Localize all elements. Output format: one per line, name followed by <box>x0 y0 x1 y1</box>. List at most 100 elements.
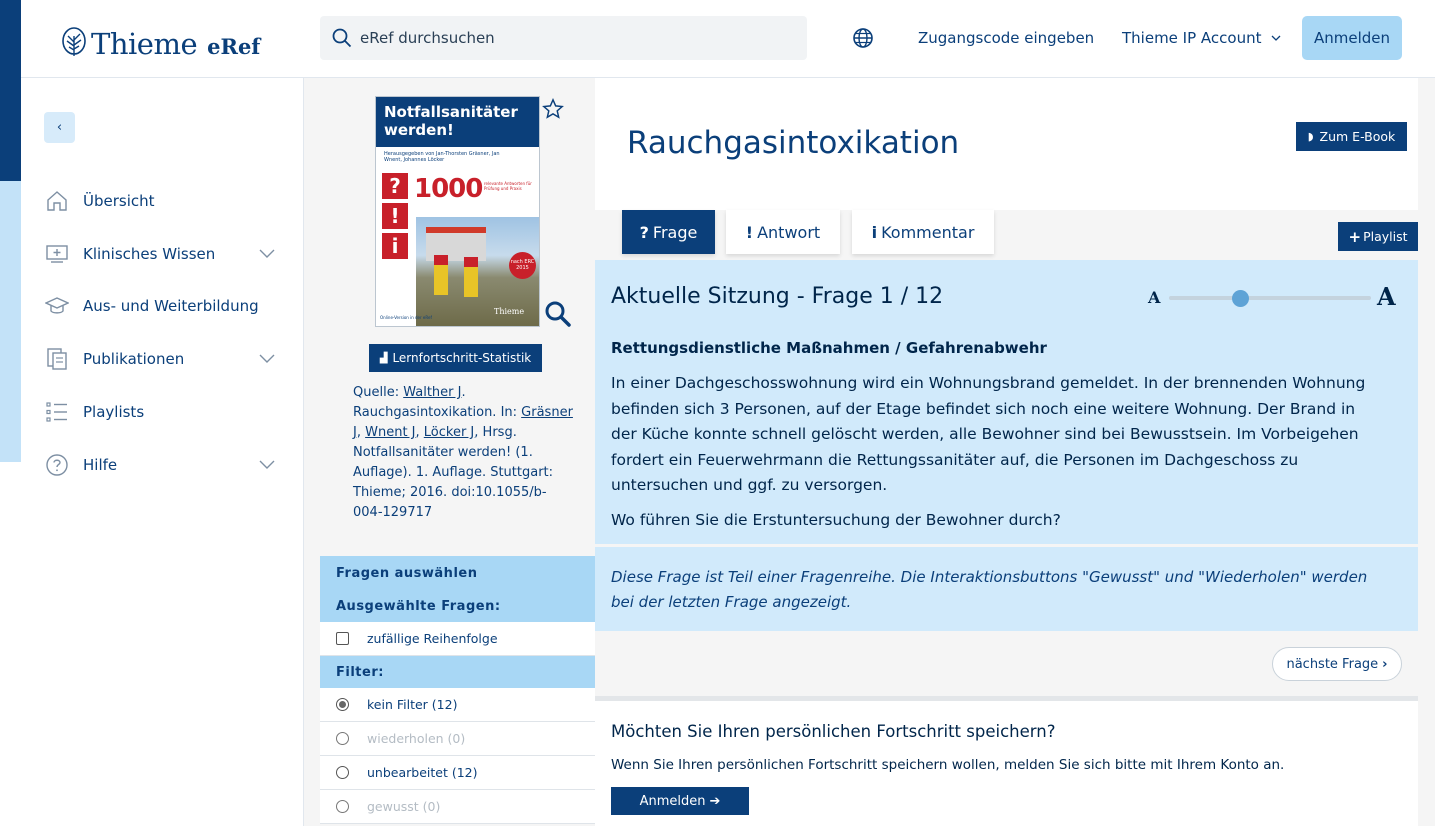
save-progress-text: Wenn Sie Ihren persönlichen Fortschritt … <box>611 757 1285 773</box>
filter-option-known[interactable]: gewusst (0) <box>320 790 595 824</box>
selected-questions-header: Ausgewählte Fragen: <box>320 590 595 622</box>
cover-tagline: relevante Antworten für Prüfung und Prax… <box>484 181 532 191</box>
chevron-down-icon[interactable] <box>259 249 275 259</box>
random-order-checkbox[interactable] <box>336 632 349 645</box>
question-prompt: Wo führen Sie die Erstuntersuchung der B… <box>611 511 1061 529</box>
cover-info-mark: i <box>382 233 408 259</box>
chevron-down-icon <box>1272 35 1281 41</box>
sidebar-item-label: Klinisches Wissen <box>83 245 216 263</box>
font-size-small-label: A <box>1148 288 1161 307</box>
login-button[interactable]: Anmelden <box>1302 16 1402 60</box>
save-login-button[interactable]: Anmelden ➔ <box>611 787 749 815</box>
globe-icon[interactable] <box>852 27 874 49</box>
select-questions-header: Fragen auswählen <box>320 556 595 590</box>
info-icon: i <box>871 222 878 242</box>
filter-option-none[interactable]: kein Filter (12) <box>320 688 595 722</box>
question-mark-icon: ? <box>639 222 649 242</box>
sidebar-nav: ‹ Übersicht Klinisches Wissen Aus- und W… <box>21 78 304 826</box>
author-link[interactable]: Walther J <box>403 385 461 400</box>
cover-editors: Herausgegeben von Jan-Thorsten Gräsner, … <box>384 151 500 163</box>
tree-logo-icon <box>62 27 86 56</box>
progress-statistics-button[interactable]: ▟ Lernfortschritt-Statistik <box>369 344 542 372</box>
chevron-down-icon[interactable] <box>259 460 275 470</box>
radio-button[interactable] <box>336 732 349 745</box>
accent-strip-dark <box>0 0 21 181</box>
cover-paramedic <box>434 255 448 295</box>
sidebar-item-label: Aus- und Weiterbildung <box>83 297 259 315</box>
sidebar-item-uebersicht[interactable]: Übersicht <box>45 186 275 216</box>
ip-account-label: Thieme IP Account <box>1122 29 1262 47</box>
book-icon: ◗ <box>1307 130 1314 143</box>
cover-footer: Online-Version in der eRef <box>380 315 432 320</box>
question-filter-panel: Fragen auswählen Ausgewählte Fragen: zuf… <box>320 556 595 824</box>
tab-kommentar[interactable]: i Kommentar <box>852 210 994 254</box>
search-input[interactable] <box>360 29 780 47</box>
open-ebook-button[interactable]: ◗ Zum E-Book <box>1296 122 1407 151</box>
radio-button[interactable] <box>336 698 349 711</box>
tab-frage[interactable]: ? Frage <box>622 210 715 254</box>
sidebar-item-klinisches-wissen[interactable]: Klinisches Wissen <box>45 239 275 269</box>
book-cover[interactable]: Notfallsanitäter werden! Herausgegeben v… <box>375 96 540 327</box>
next-question-button[interactable]: nächste Frage › <box>1272 647 1402 681</box>
session-label: Aktuelle Sitzung - Frage 1 / 12 <box>611 284 944 309</box>
tab-antwort[interactable]: ! Antwort <box>726 210 840 254</box>
zoom-icon[interactable] <box>544 300 572 328</box>
font-size-slider[interactable] <box>1169 290 1371 307</box>
random-order-option[interactable]: zufällige Reihenfolge <box>320 622 595 656</box>
sidebar-item-label: Publikationen <box>83 350 185 368</box>
top-header: Thieme eRef Zugangscode eingeben Thieme … <box>21 0 1435 78</box>
radio-button[interactable] <box>336 800 349 813</box>
question-box: Aktuelle Sitzung - Frage 1 / 12 A A Rett… <box>595 260 1418 544</box>
home-icon <box>47 191 67 211</box>
source-citation: Quelle: Walther J. Rauchgasintoxikation.… <box>353 385 573 520</box>
ip-account-dropdown[interactable]: Thieme IP Account <box>1122 29 1281 47</box>
font-size-slider-handle[interactable] <box>1231 290 1249 307</box>
sidebar-item-hilfe[interactable]: Hilfe <box>45 450 275 480</box>
question-text: In einer Dachgeschosswohnung wird ein Wo… <box>611 374 1366 494</box>
filter-option-unanswered[interactable]: unbearbeitet (12) <box>320 756 595 790</box>
filter-header: Filter: <box>320 656 595 688</box>
chevron-down-icon[interactable] <box>259 354 275 364</box>
radio-button[interactable] <box>336 766 349 779</box>
cover-number: 1000 <box>414 174 483 204</box>
series-notice-text: Diese Frage ist Teil einer Fragenreihe. … <box>611 568 1368 611</box>
cover-exclamation-mark: ! <box>382 203 408 229</box>
cover-badge: nach ERC 2015 <box>509 252 536 279</box>
collapse-sidebar-button[interactable]: ‹ <box>44 112 75 143</box>
graduation-cap-icon <box>45 297 69 314</box>
monitor-medical-icon <box>46 245 68 263</box>
sidebar-item-playlists[interactable]: Playlists <box>45 397 275 427</box>
editor-link[interactable]: Löcker J <box>424 425 475 440</box>
cover-title: Notfallsanitäter werden! <box>376 97 539 147</box>
save-progress-title: Möchten Sie Ihren persönlichen Fortschri… <box>611 722 1056 741</box>
chart-icon: ▟ <box>379 352 388 364</box>
add-to-playlist-button[interactable]: + Playlist <box>1338 222 1418 251</box>
question-category: Rettungsdienstliche Maßnahmen / Gefahren… <box>611 339 1047 357</box>
book-info-column: Notfallsanitäter werden! Herausgegeben v… <box>304 78 595 826</box>
logo-name: Thieme <box>91 27 198 61</box>
access-code-link[interactable]: Zugangscode eingeben <box>918 29 1094 47</box>
series-notice: Diese Frage ist Teil einer Fragenreihe. … <box>595 547 1418 631</box>
cover-question-mark: ? <box>382 173 408 199</box>
search-box[interactable] <box>320 16 807 60</box>
page-title: Rauchgasintoxikation <box>627 125 960 161</box>
chevron-left-icon: ‹ <box>56 120 63 135</box>
filter-option-repeat[interactable]: wiederholen (0) <box>320 722 595 756</box>
font-size-large-label: A <box>1377 282 1396 311</box>
sidebar-item-label: Playlists <box>83 403 145 421</box>
cover-paramedic <box>464 257 478 297</box>
star-icon[interactable] <box>542 98 564 120</box>
sidebar-item-label: Übersicht <box>83 192 155 210</box>
progress-statistics-label: Lernfortschritt-Statistik <box>392 351 532 365</box>
sidebar-item-publikationen[interactable]: Publikationen <box>45 344 275 374</box>
sidebar-item-aus-und-weiterbildung[interactable]: Aus- und Weiterbildung <box>45 291 275 321</box>
logo-sub: eRef <box>207 34 261 59</box>
help-circle-icon <box>46 454 68 476</box>
sidebar-item-label: Hilfe <box>83 456 118 474</box>
main-content: Rauchgasintoxikation ◗ Zum E-Book ? Frag… <box>595 78 1435 826</box>
thieme-logo[interactable]: Thieme eRef <box>61 20 260 61</box>
arrow-right-icon: ➔ <box>709 793 721 809</box>
editor-link[interactable]: Wnent J <box>365 425 415 440</box>
chevron-right-icon: › <box>1382 656 1388 672</box>
title-card: Rauchgasintoxikation ◗ Zum E-Book <box>595 78 1418 210</box>
